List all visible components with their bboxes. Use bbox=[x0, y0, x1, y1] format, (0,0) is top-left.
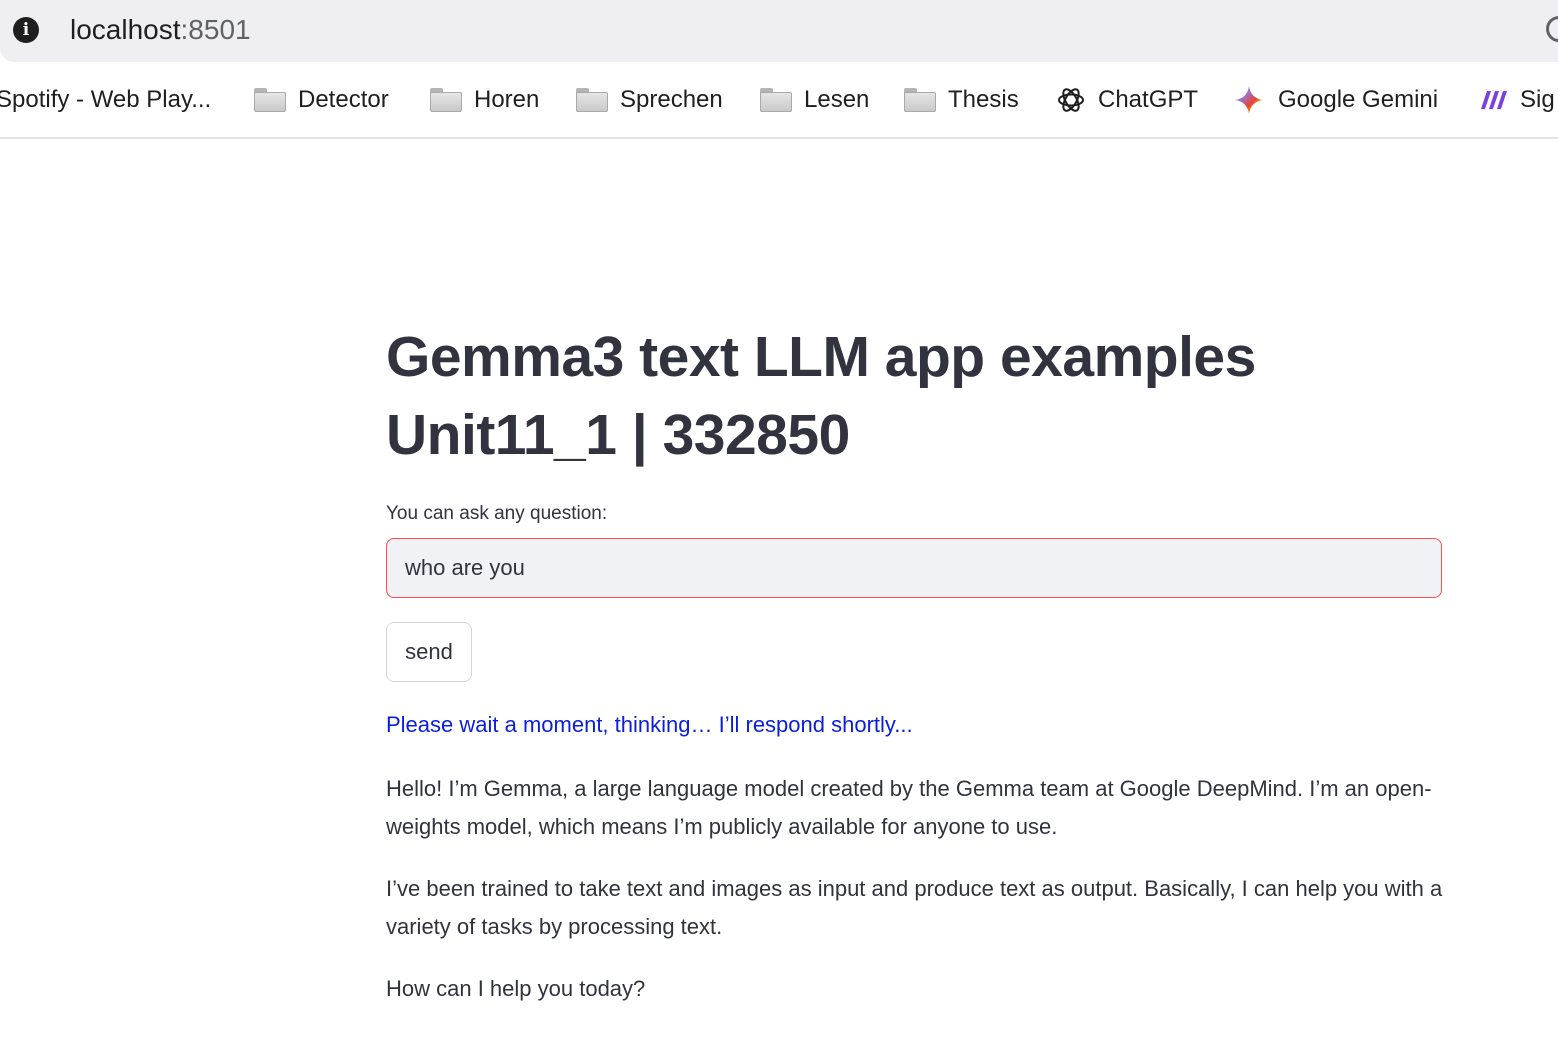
bookmark-sprechen[interactable]: Sprechen bbox=[576, 81, 723, 119]
bookmark-thesis[interactable]: Thesis bbox=[904, 81, 1019, 119]
folder-icon bbox=[254, 88, 286, 112]
folder-icon bbox=[576, 88, 608, 112]
bookmark-label: Horen bbox=[474, 86, 540, 113]
url-text[interactable]: localhost:8501 bbox=[70, 12, 251, 48]
bookmark-lesen[interactable]: Lesen bbox=[760, 81, 869, 119]
bookmark-label: Sig bbox=[1520, 86, 1555, 113]
bookmark-label: Lesen bbox=[804, 86, 870, 113]
bookmark-chatgpt[interactable]: ChatGPT bbox=[1056, 81, 1198, 119]
bookmark-label: Thesis bbox=[948, 86, 1019, 113]
bookmark-sig[interactable]: Sig bbox=[1478, 81, 1555, 119]
page-title: Gemma3 text LLM app examples Unit11_1 | … bbox=[386, 318, 1486, 474]
question-label: You can ask any question: bbox=[386, 503, 608, 524]
title-line-2: Unit11_1 | 332850 bbox=[386, 403, 850, 467]
url-port: :8501 bbox=[180, 14, 251, 45]
bookmark-horen[interactable]: Horen bbox=[430, 81, 539, 119]
response-paragraph: Hello! I’m Gemma, a large language model… bbox=[386, 776, 1432, 839]
question-input[interactable] bbox=[386, 538, 1442, 598]
gemini-icon bbox=[1235, 86, 1263, 114]
send-button[interactable]: send bbox=[386, 622, 472, 682]
address-bar[interactable]: i localhost:8501 bbox=[0, 0, 1558, 62]
url-host: localhost bbox=[70, 14, 181, 45]
bookmark-label: Sprechen bbox=[620, 86, 723, 113]
bookmark-label: Spotify - Web Play... bbox=[0, 86, 212, 113]
bookmark-detector[interactable]: Detector bbox=[254, 81, 389, 119]
status-message: Please wait a moment, thinking… I’ll res… bbox=[386, 712, 913, 737]
response-block: Hello! I’m Gemma, a large language model… bbox=[386, 770, 1446, 1032]
chatgpt-icon bbox=[1058, 88, 1084, 112]
bookmark-label: Detector bbox=[298, 86, 389, 113]
bookmark-spotify[interactable]: Spotify - Web Play... bbox=[0, 81, 211, 119]
bookmark-label: ChatGPT bbox=[1098, 86, 1199, 113]
sig-icon bbox=[1481, 91, 1507, 109]
folder-icon bbox=[904, 88, 936, 112]
bookmark-gemini[interactable]: Google Gemini bbox=[1234, 81, 1438, 119]
bookmark-label: Google Gemini bbox=[1278, 86, 1439, 113]
title-line-1: Gemma3 text LLM app examples bbox=[386, 325, 1256, 389]
site-info-icon[interactable]: i bbox=[13, 17, 39, 43]
bookmarks-bar: Spotify - Web Play... Detector Horen Spr… bbox=[0, 62, 1558, 139]
folder-icon bbox=[760, 88, 792, 112]
response-paragraph: How can I help you today? bbox=[386, 976, 646, 1001]
search-icon[interactable] bbox=[1546, 16, 1558, 42]
folder-icon bbox=[430, 88, 462, 112]
response-paragraph: I’ve been trained to take text and image… bbox=[386, 876, 1443, 939]
